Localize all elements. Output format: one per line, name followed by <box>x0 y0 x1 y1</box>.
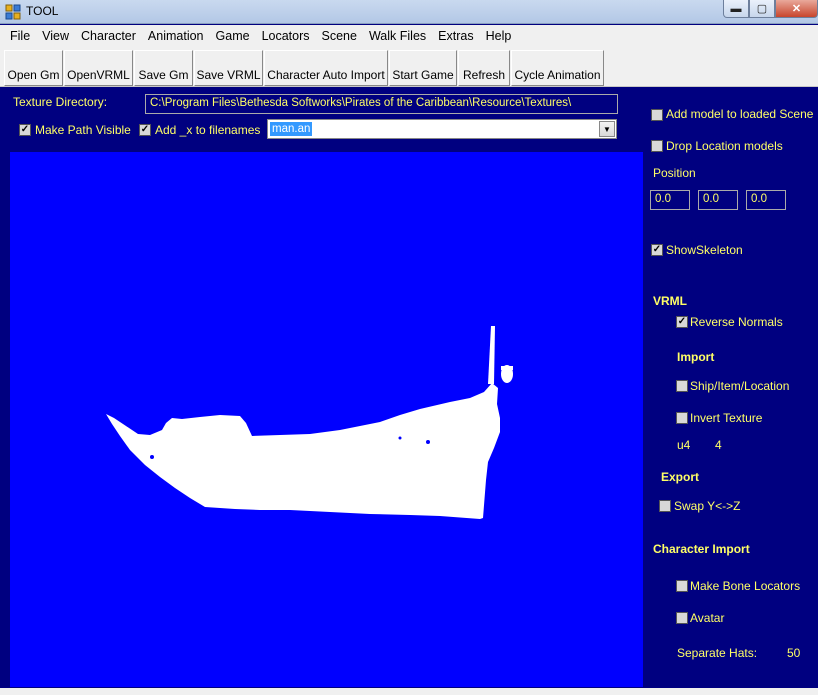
maximize-button[interactable]: ▢ <box>749 0 775 18</box>
start-game-button[interactable]: Start Game <box>389 50 457 86</box>
add-model-checkbox[interactable] <box>651 109 663 121</box>
make-bone-locators-label: Make Bone Locators <box>690 579 801 593</box>
position-x-input[interactable]: 0.0 <box>650 190 690 210</box>
u-label: u4 <box>677 438 691 452</box>
checkmark-icon: ✓ <box>140 124 150 135</box>
window-title: TOOL <box>26 4 59 18</box>
refresh-button[interactable]: Refresh <box>458 50 510 86</box>
menu-bar: File View Character Animation Game Locat… <box>0 25 818 47</box>
export-header: Export <box>661 470 700 484</box>
open-gm-button[interactable]: Open Gm <box>4 50 63 86</box>
open-vrml-button[interactable]: OpenVRML <box>64 50 133 86</box>
swap-yz-checkbox[interactable] <box>659 500 671 512</box>
make-path-visible-checkbox[interactable]: ✓ <box>19 124 31 136</box>
add-x-label: Add _x to filenames <box>155 123 261 137</box>
drop-location-checkbox[interactable] <box>651 140 663 152</box>
import-header: Import <box>677 350 715 364</box>
show-skeleton-label: ShowSkeleton <box>666 243 743 257</box>
swap-yz-label: Swap Y<->Z <box>674 499 741 513</box>
maximize-icon: ▢ <box>756 3 768 15</box>
make-bone-locators-checkbox[interactable] <box>676 580 688 592</box>
checkmark-icon: ✓ <box>677 316 687 327</box>
save-gm-button[interactable]: Save Gm <box>134 50 193 86</box>
app-icon <box>5 4 21 20</box>
menu-character[interactable]: Character <box>75 29 142 43</box>
make-path-visible-label: Make Path Visible <box>35 123 131 137</box>
minimize-button[interactable]: ▬ <box>723 0 749 18</box>
character-import-header: Character Import <box>653 542 750 556</box>
animation-file-dropdown[interactable]: man.an ▼ <box>267 119 617 139</box>
invert-texture-checkbox[interactable] <box>676 412 688 424</box>
texture-directory-input[interactable]: C:\Program Files\Bethesda Softworks\Pira… <box>145 94 618 114</box>
cycle-animation-button[interactable]: Cycle Animation <box>511 50 604 86</box>
animation-file-value: man.an <box>270 122 313 136</box>
reverse-normals-checkbox[interactable]: ✓ <box>676 316 688 328</box>
chevron-down-icon[interactable]: ▼ <box>599 121 615 137</box>
ship-item-location-checkbox[interactable] <box>676 380 688 392</box>
reverse-normals-label: Reverse Normals <box>690 315 783 329</box>
menu-scene[interactable]: Scene <box>316 29 363 43</box>
menu-file[interactable]: File <box>4 29 36 43</box>
status-strip <box>0 688 818 695</box>
invert-texture-label: Invert Texture <box>690 411 763 425</box>
menu-help[interactable]: Help <box>480 29 518 43</box>
close-button[interactable]: ✕ <box>775 0 818 18</box>
menu-walk-files[interactable]: Walk Files <box>363 29 432 43</box>
separate-hats-label: Separate Hats: <box>677 646 758 660</box>
minimize-icon: ▬ <box>730 2 742 15</box>
menu-view[interactable]: View <box>36 29 75 43</box>
texture-directory-label: Texture Directory: <box>13 95 108 109</box>
add-model-label: Add model to loaded Scene <box>666 107 814 121</box>
ship-item-location-label: Ship/Item/Location <box>690 379 790 393</box>
position-label: Position <box>653 166 696 180</box>
title-bar: TOOL ▬ ▢ ✕ <box>0 0 818 24</box>
checkmark-icon: ✓ <box>652 244 662 255</box>
close-icon: ✕ <box>791 3 802 15</box>
position-y-input[interactable]: 0.0 <box>698 190 738 210</box>
toolbar: Open Gm OpenVRML Save Gm Save VRML Chara… <box>0 47 818 87</box>
drop-location-label: Drop Location models <box>666 139 783 153</box>
save-vrml-button[interactable]: Save VRML <box>194 50 263 86</box>
checkmark-icon: ✓ <box>20 124 30 135</box>
menu-locators[interactable]: Locators <box>256 29 316 43</box>
3d-viewport[interactable] <box>10 152 643 687</box>
ship-model <box>106 326 513 519</box>
character-auto-import-button[interactable]: Character Auto Import <box>264 50 388 86</box>
show-skeleton-checkbox[interactable]: ✓ <box>651 244 663 256</box>
menu-game[interactable]: Game <box>210 29 256 43</box>
avatar-label: Avatar <box>690 611 725 625</box>
add-x-checkbox[interactable]: ✓ <box>139 124 151 136</box>
u-value: 4 <box>715 438 722 452</box>
menu-animation[interactable]: Animation <box>142 29 210 43</box>
separate-hats-value[interactable]: 50 <box>787 646 800 660</box>
avatar-checkbox[interactable] <box>676 612 688 624</box>
menu-extras[interactable]: Extras <box>432 29 479 43</box>
vrml-header: VRML <box>653 294 687 308</box>
position-z-input[interactable]: 0.0 <box>746 190 786 210</box>
